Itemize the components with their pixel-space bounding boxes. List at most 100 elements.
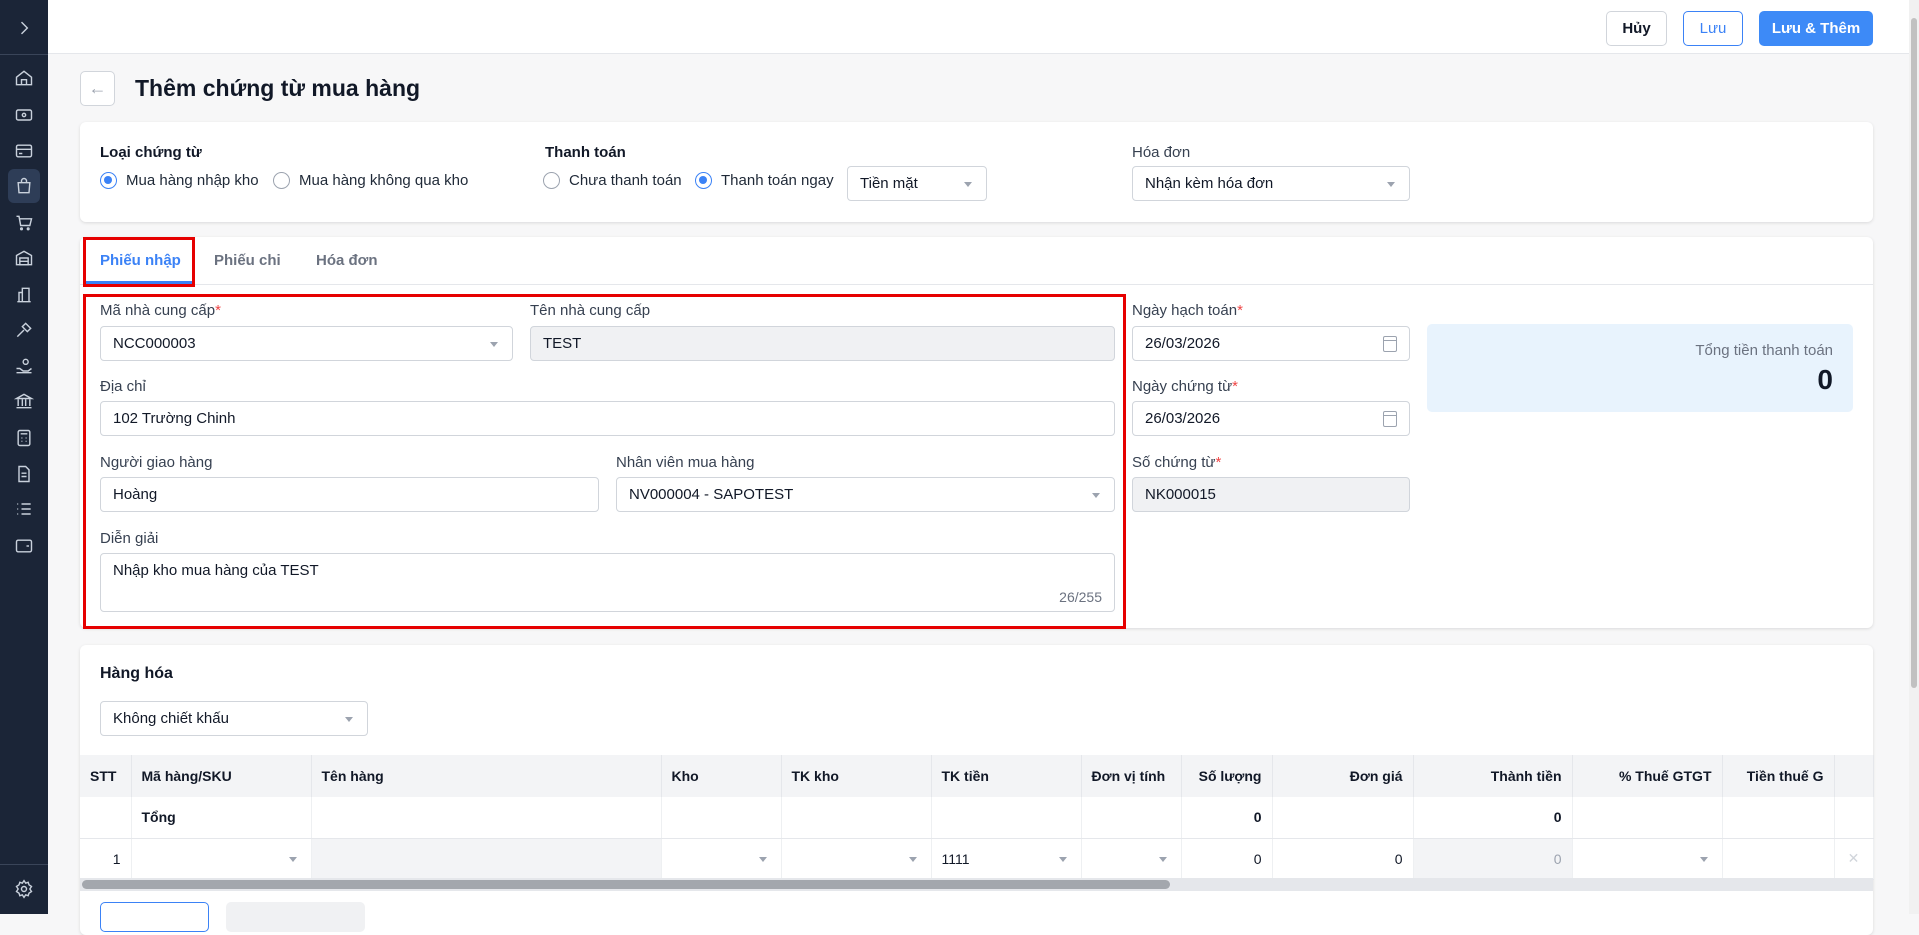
qty-input[interactable]: 0	[1181, 838, 1273, 880]
table-header-row: STT Mã hàng/SKU Tên hàng Kho TK kho TK t…	[80, 755, 1874, 797]
page-title: Thêm chứng từ mua hàng	[135, 75, 421, 101]
highlight-box	[83, 237, 195, 287]
price-input[interactable]: 0	[1272, 838, 1414, 880]
radio-icon	[543, 172, 560, 189]
col-vat-amount: Tiền thuế G	[1722, 755, 1835, 797]
radio-label: Mua hàng nhập kho	[126, 172, 259, 189]
supplier-code-select[interactable]: NCC000003	[100, 326, 513, 361]
list-icon[interactable]	[12, 497, 36, 521]
unit-select[interactable]	[1081, 838, 1182, 880]
total-row: Tổng 0 0	[80, 797, 1874, 839]
caret-down-icon	[1699, 856, 1708, 862]
top-bar: Hủy Lưu Lưu & Thêm	[48, 0, 1909, 54]
total-qty: 0	[1181, 797, 1273, 839]
supplier-name-label: Tên nhà cung cấp	[530, 302, 651, 319]
add-row-button[interactable]	[100, 902, 209, 932]
hand-coin-icon[interactable]	[12, 354, 36, 378]
cancel-button[interactable]: Hủy	[1606, 11, 1667, 46]
table-h-scrollbar[interactable]	[80, 878, 1873, 891]
sidebar-divider	[0, 864, 48, 865]
select-value: Không chiết khấu	[113, 710, 229, 727]
warehouse-select[interactable]	[661, 838, 782, 880]
caret-down-icon	[964, 182, 972, 187]
delete-row-icon[interactable]: ✕	[1834, 838, 1874, 880]
posting-date-picker[interactable]: 26/03/2026	[1132, 326, 1410, 361]
radio-purchase-with-stock[interactable]: Mua hàng nhập kho	[100, 172, 259, 189]
amount-cell: 0	[1413, 838, 1573, 880]
char-counter: 26/255	[1059, 589, 1102, 605]
col-stt: STT	[80, 755, 132, 797]
radio-unpaid[interactable]: Chưa thanh toán	[543, 172, 682, 189]
supplier-code-label: Mã nhà cung cấp*	[100, 302, 221, 319]
name-cell	[311, 838, 662, 880]
arrow-left-icon: ←	[88, 78, 107, 98]
gear-icon[interactable]	[12, 877, 36, 901]
money-icon[interactable]	[12, 103, 36, 127]
col-stock-account: TK kho	[781, 755, 932, 797]
scrollbar-thumb[interactable]	[82, 880, 1170, 889]
sidebar-divider	[0, 54, 48, 55]
home-icon[interactable]	[12, 66, 36, 90]
bank-icon[interactable]	[12, 389, 36, 413]
tab-invoice[interactable]: Hóa đơn	[316, 252, 378, 269]
doc-no-field[interactable]: NK000015	[1132, 477, 1410, 512]
address-field[interactable]: 102 Trường Chinh	[100, 401, 1115, 436]
save-button[interactable]: Lưu	[1683, 11, 1743, 46]
textarea-value: Nhập kho mua hàng của TEST	[113, 562, 319, 579]
tools-icon[interactable]	[12, 318, 36, 342]
save-and-add-button[interactable]: Lưu & Thêm	[1759, 11, 1873, 46]
radio-icon	[100, 172, 117, 189]
expand-chevron-icon[interactable]	[12, 16, 36, 40]
row-stt: 1	[80, 838, 132, 880]
total-amount: 0	[1413, 797, 1573, 839]
discount-select[interactable]: Không chiết khấu	[100, 701, 368, 736]
payment-method-select[interactable]: Tiền mặt	[847, 166, 987, 201]
deliverer-field[interactable]: Hoàng	[100, 477, 599, 512]
caret-down-icon	[1158, 856, 1167, 862]
deliverer-label: Người giao hàng	[100, 454, 213, 471]
radio-pay-now[interactable]: Thanh toán ngay	[695, 172, 834, 189]
description-textarea[interactable]: Nhập kho mua hàng của TEST 26/255	[100, 553, 1115, 612]
warehouse-icon[interactable]	[12, 246, 36, 270]
col-actions	[1834, 755, 1874, 797]
radio-label: Chưa thanh toán	[569, 172, 682, 189]
cash-account-select[interactable]: 1111	[931, 838, 1082, 880]
invoice-label: Hóa đơn	[1132, 144, 1191, 161]
stock-account-select[interactable]	[781, 838, 932, 880]
total-payment-label: Tổng tiền thanh toán	[1695, 342, 1833, 359]
col-vat-rate: % Thuế GTGT	[1572, 755, 1723, 797]
sku-select[interactable]	[131, 838, 312, 880]
supplier-name-field[interactable]: TEST	[530, 326, 1115, 361]
total-row-label: Tổng	[131, 797, 312, 839]
caret-down-icon	[908, 856, 917, 862]
tabs-divider	[80, 284, 1873, 285]
caret-down-icon	[288, 856, 297, 862]
shopping-bag-icon[interactable]	[8, 169, 40, 203]
radio-purchase-no-stock[interactable]: Mua hàng không qua kho	[273, 172, 468, 189]
calculator-icon[interactable]	[12, 426, 36, 450]
vat-rate-select[interactable]	[1572, 838, 1723, 880]
cart-icon[interactable]	[12, 211, 36, 235]
card-icon[interactable]	[12, 139, 36, 163]
building-icon[interactable]	[12, 283, 36, 307]
caret-down-icon	[345, 717, 353, 722]
caret-down-icon	[758, 856, 767, 862]
tab-payment[interactable]: Phiếu chi	[214, 252, 281, 269]
select-value: Tiền mặt	[860, 175, 918, 192]
buyer-select[interactable]: NV000004 - SAPOTEST	[616, 477, 1115, 512]
document-icon[interactable]	[12, 462, 36, 486]
total-payment-value: 0	[1817, 364, 1833, 395]
invoice-select[interactable]: Nhận kèm hóa đơn	[1132, 166, 1410, 201]
doc-date-picker[interactable]: 26/03/2026	[1132, 401, 1410, 436]
secondary-action-button[interactable]	[226, 902, 365, 932]
col-unit: Đơn vị tính	[1081, 755, 1182, 797]
vat-amount-cell	[1722, 838, 1835, 880]
goods-table: STT Mã hàng/SKU Tên hàng Kho TK kho TK t…	[80, 755, 1874, 880]
col-qty: Số lượng	[1181, 755, 1273, 797]
page-scrollbar[interactable]	[1909, 0, 1919, 914]
col-sku: Mã hàng/SKU	[131, 755, 312, 797]
select-value: NCC000003	[113, 335, 196, 352]
wallet-icon[interactable]	[12, 534, 36, 558]
address-label: Địa chỉ	[100, 378, 146, 395]
back-button[interactable]: ←	[80, 71, 115, 106]
